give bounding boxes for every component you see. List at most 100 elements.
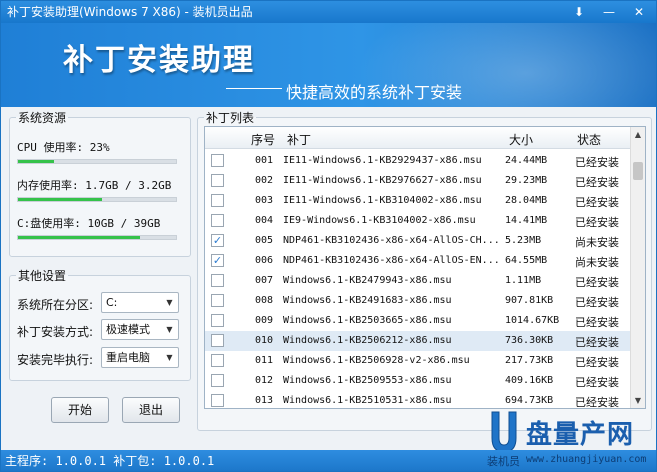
partition-select[interactable]: C: ▼ (101, 292, 179, 313)
row-status: 已经安装 (575, 336, 619, 349)
close-button[interactable]: ✕ (630, 4, 648, 20)
row-seq: 007 (255, 275, 274, 286)
patch-list[interactable]: 序号 补丁 大小 状态 001 IE11-Windows6.1-KB2929437… (204, 126, 646, 409)
install-mode-select[interactable]: 极速模式 ▼ (101, 319, 179, 340)
header-patch[interactable]: 补丁 (287, 131, 311, 148)
table-row[interactable]: 010 Windows6.1-KB2506212-x86.msu 736.30KB 已… (205, 331, 632, 351)
pin-icon[interactable]: ⬇ (570, 4, 588, 20)
row-checkbox[interactable] (211, 314, 224, 327)
row-size: 28.04MB (505, 195, 548, 206)
row-seq: 009 (255, 315, 274, 326)
banner-title: 补丁安装助理 (63, 43, 255, 78)
table-row[interactable]: 011 Windows6.1-KB2506928-v2-x86.msu 217.73… (205, 351, 632, 371)
row-checkbox[interactable]: ✓ (211, 254, 224, 267)
table-row[interactable]: 001 IE11-Windows6.1-KB2929437-x86.msu 24.4… (205, 151, 632, 171)
row-size: 1.11MB (505, 275, 542, 286)
row-status: 已经安装 (575, 356, 619, 369)
row-size: 1014.67KB (505, 315, 560, 326)
install-mode-label: 补丁安装方式: (17, 325, 94, 339)
row-patch: Windows6.1-KB2506212-x86.msu (283, 335, 452, 346)
row-patch: IE11-Windows6.1-KB2976627-x86.msu (283, 175, 482, 186)
row-patch: IE9-Windows6.1-KB3104002-x86.msu (283, 215, 476, 226)
disk-usage-bar (17, 235, 177, 240)
partition-value: C: (106, 296, 118, 309)
table-row[interactable]: 004 IE9-Windows6.1-KB3104002-x86.msu 14.41… (205, 211, 632, 231)
row-seq: 003 (255, 195, 274, 206)
table-row[interactable]: 002 IE11-Windows6.1-KB2976627-x86.msu 29.2… (205, 171, 632, 191)
row-patch: NDP461-KB3102436-x86-x64-AllOS-CH... (283, 235, 500, 246)
row-size: 5.23MB (505, 235, 542, 246)
row-patch: Windows6.1-KB2491683-x86.msu (283, 295, 452, 306)
row-checkbox[interactable] (211, 214, 224, 227)
row-patch: Windows6.1-KB2506928-v2-x86.msu (283, 355, 470, 366)
table-row[interactable]: 013 Windows6.1-KB2510531-x86.msu 694.73KB 已… (205, 391, 632, 408)
start-button[interactable]: 开始 (51, 397, 109, 423)
row-checkbox[interactable] (211, 154, 224, 167)
header-status[interactable]: 状态 (577, 131, 601, 148)
table-row[interactable]: 008 Windows6.1-KB2491683-x86.msu 907.81KB 已… (205, 291, 632, 311)
after-install-label: 安装完毕执行: (17, 353, 94, 367)
row-patch: Windows6.1-KB2503665-x86.msu (283, 315, 452, 326)
memory-usage-label: 内存使用率: 1.7GB / 3.2GB (17, 179, 172, 192)
row-checkbox[interactable] (211, 354, 224, 367)
row-patch: IE11-Windows6.1-KB3104002-x86.msu (283, 195, 482, 206)
row-size: 24.44MB (505, 155, 548, 166)
minimize-button[interactable]: — (600, 4, 618, 20)
banner-divider (226, 88, 282, 89)
patch-list-header: 序号 补丁 大小 状态 (205, 127, 632, 149)
row-size: 29.23MB (505, 175, 548, 186)
row-seq: 001 (255, 155, 274, 166)
row-status: 已经安装 (575, 276, 619, 289)
row-seq: 011 (255, 355, 274, 366)
watermark-url: www.zhuangjiyuan.com (526, 454, 647, 465)
other-settings-legend: 其他设置 (18, 269, 67, 283)
row-status: 已经安装 (575, 156, 619, 169)
exit-button[interactable]: 退出 (122, 397, 180, 423)
row-status: 尚未安装 (575, 236, 619, 249)
row-status: 已经安装 (575, 316, 619, 329)
row-status: 尚未安装 (575, 256, 619, 269)
row-checkbox[interactable] (211, 334, 224, 347)
row-seq: 010 (255, 335, 274, 346)
after-install-value: 重启电脑 (106, 351, 150, 364)
disk-usage-label: C:盘使用率: 10GB / 39GB (17, 217, 161, 230)
scroll-down-icon[interactable]: ▼ (631, 393, 645, 408)
version-info: 主程序: 1.0.0.1 补丁包: 1.0.0.1 (5, 454, 215, 468)
table-row[interactable]: 012 Windows6.1-KB2509553-x86.msu 409.16KB 已… (205, 371, 632, 391)
row-checkbox[interactable] (211, 174, 224, 187)
row-patch: Windows6.1-KB2509553-x86.msu (283, 375, 452, 386)
row-seq: 012 (255, 375, 274, 386)
row-size: 64.55MB (505, 255, 548, 266)
row-size: 907.81KB (505, 295, 554, 306)
watermark-brand: 盘量产网 (526, 420, 635, 450)
table-row[interactable]: 003 IE11-Windows6.1-KB3104002-x86.msu 28.0… (205, 191, 632, 211)
row-checkbox[interactable] (211, 194, 224, 207)
row-checkbox[interactable] (211, 274, 224, 287)
watermark-site-name: 装机员 (487, 455, 520, 468)
row-checkbox[interactable]: ✓ (211, 234, 224, 247)
scroll-up-icon[interactable]: ▲ (631, 127, 645, 142)
window-title: 补丁安装助理(Windows 7 X86) - 装机员出品 (7, 5, 253, 19)
patch-list-scrollbar[interactable]: ▲ ▼ (630, 127, 645, 408)
row-checkbox[interactable] (211, 394, 224, 407)
table-row[interactable]: 007 Windows6.1-KB2479943-x86.msu 1.11MB 已经安… (205, 271, 632, 291)
app-window: 补丁安装助理(Windows 7 X86) - 装机员出品 ⬇ — ✕ 补丁安装… (0, 0, 657, 472)
header-seq[interactable]: 序号 (251, 131, 275, 148)
scroll-thumb[interactable] (633, 162, 643, 180)
install-mode-value: 极速模式 (106, 323, 150, 336)
table-row[interactable]: 009 Windows6.1-KB2503665-x86.msu 1014.67KB… (205, 311, 632, 331)
row-patch: Windows6.1-KB2479943-x86.msu (283, 275, 452, 286)
row-checkbox[interactable] (211, 294, 224, 307)
row-checkbox[interactable] (211, 374, 224, 387)
row-seq: 013 (255, 395, 274, 406)
after-install-select[interactable]: 重启电脑 ▼ (101, 347, 179, 368)
row-size: 694.73KB (505, 395, 554, 406)
table-row[interactable]: ✓ 005 NDP461-KB3102436-x86-x64-AllOS-CH...… (205, 231, 632, 251)
title-bar: 补丁安装助理(Windows 7 X86) - 装机员出品 ⬇ — ✕ (1, 1, 656, 23)
table-row[interactable]: ✓ 006 NDP461-KB3102436-x86-x64-AllOS-EN...… (205, 251, 632, 271)
header-size[interactable]: 大小 (509, 131, 533, 148)
row-size: 736.30KB (505, 335, 554, 346)
chevron-down-icon: ▼ (166, 325, 173, 334)
row-size: 14.41MB (505, 215, 548, 226)
row-seq: 002 (255, 175, 274, 186)
